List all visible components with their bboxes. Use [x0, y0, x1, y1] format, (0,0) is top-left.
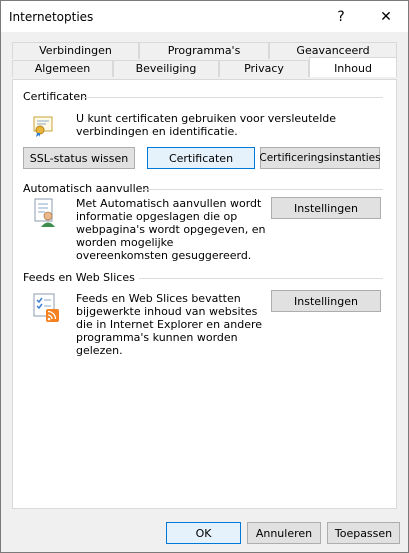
content-panel: Certificaten U kunt certificaten gebruik…: [12, 79, 397, 509]
tab-inhoud[interactable]: Inhoud: [309, 57, 397, 77]
tab-label: Verbindingen: [39, 44, 112, 57]
tab-label: Privacy: [244, 62, 284, 75]
autocomplete-form-icon: [33, 198, 57, 227]
autocomplete-description: Met Automatisch aanvullen wordt informat…: [76, 197, 266, 262]
autocomplete-settings-button[interactable]: Instellingen: [271, 197, 381, 219]
tab-label: Programma's: [167, 44, 241, 57]
tab-privacy[interactable]: Privacy: [219, 60, 309, 77]
certification-authorities-button[interactable]: Certificeringsinstanties: [259, 147, 381, 169]
window-title: Internetopties: [9, 10, 94, 24]
ok-button[interactable]: OK: [166, 522, 241, 544]
group-divider: [83, 97, 383, 98]
feeds-settings-button[interactable]: Instellingen: [271, 290, 381, 312]
tab-programmas[interactable]: Programma's: [139, 42, 269, 59]
button-label: Certificaten: [168, 151, 234, 165]
tab-label: Beveiliging: [135, 62, 197, 75]
certificates-description: U kunt certificaten gebruiken voor versl…: [76, 112, 337, 138]
button-label: Instellingen: [294, 201, 358, 215]
button-label: Certificeringsinstanties: [259, 152, 381, 164]
feeds-group-title: Feeds en Web Slices: [23, 271, 135, 284]
feeds-rss-icon: [33, 293, 59, 322]
tab-verbindingen[interactable]: Verbindingen: [12, 42, 139, 59]
cancel-button[interactable]: Annuleren: [247, 522, 321, 544]
help-button[interactable]: ?: [319, 1, 363, 32]
apply-button[interactable]: Toepassen: [327, 522, 400, 544]
autocomplete-group-title: Automatisch aanvullen: [23, 182, 150, 195]
certificate-icon: [33, 116, 53, 137]
button-label: OK: [195, 526, 212, 540]
tab-label: Geavanceerd: [296, 44, 370, 57]
close-icon: ✕: [380, 8, 392, 25]
certificates-button[interactable]: Certificaten: [147, 147, 255, 169]
tab-label: Algemeen: [34, 62, 91, 75]
group-divider: [139, 278, 383, 279]
close-button[interactable]: ✕: [364, 1, 408, 32]
tab-algemeen[interactable]: Algemeen: [12, 60, 113, 77]
certificates-group-title: Certificaten: [23, 90, 88, 103]
tab-row-front: Algemeen Beveiliging Privacy Inhoud: [12, 57, 397, 77]
group-divider: [143, 189, 383, 190]
tab-label: Inhoud: [334, 62, 372, 75]
ssl-clear-button[interactable]: SSL-status wissen: [23, 147, 135, 169]
button-label: Annuleren: [255, 526, 313, 540]
button-label: SSL-status wissen: [29, 151, 129, 165]
tab-beveiliging[interactable]: Beveiliging: [113, 60, 219, 77]
title-bar: Internetopties ? ✕: [1, 1, 408, 32]
help-icon: ?: [337, 8, 345, 25]
button-label: Toepassen: [334, 526, 393, 540]
feeds-description: Feeds en Web Slices bevatten bijgewerkte…: [76, 292, 263, 357]
internet-options-dialog: Internetopties ? ✕ Verbindingen Programm…: [0, 0, 409, 553]
button-label: Instellingen: [294, 294, 358, 308]
